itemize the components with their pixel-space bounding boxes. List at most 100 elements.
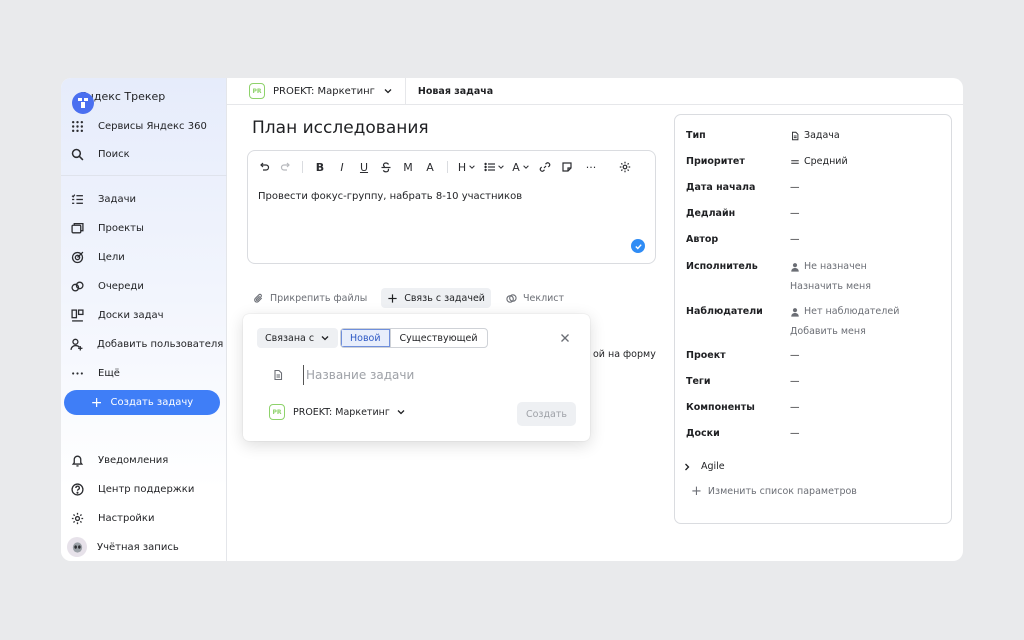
close-icon[interactable] <box>559 332 571 344</box>
sidebar-item-label: Уведомления <box>98 454 169 466</box>
property-key: Дедлайн <box>686 208 736 219</box>
property-value[interactable]: Задача <box>790 130 840 141</box>
font-size-button[interactable]: A <box>421 158 439 176</box>
toolbar-divider <box>447 161 448 173</box>
project-selector[interactable]: PR PROEKT: Маркетинг <box>227 78 406 105</box>
sidebar: Яндекс Трекер Сервисы Яндекс 360 Поиск З… <box>61 78 227 561</box>
sidebar-item-boards[interactable]: Доски задач <box>68 303 220 327</box>
bell-icon <box>70 453 84 467</box>
undo-icon[interactable] <box>256 158 272 176</box>
redo-icon[interactable] <box>278 158 294 176</box>
sidebar-item-goals[interactable]: Цели <box>68 245 220 269</box>
heading-button[interactable]: H <box>456 158 478 176</box>
tasks-icon <box>70 192 84 206</box>
popup-project-selector[interactable]: PR PROEKT: Маркетинг <box>269 404 406 420</box>
relation-select[interactable]: Связана с <box>257 328 339 348</box>
sidebar-item-label: Учётная запись <box>97 541 179 553</box>
text-color-label: A <box>512 160 520 174</box>
sidebar-item-label: Доски задач <box>98 309 164 321</box>
bold-button[interactable]: B <box>311 158 329 176</box>
sidebar-item-search[interactable]: Поиск <box>68 142 220 166</box>
gear-icon[interactable] <box>616 158 634 176</box>
sidebar-app-header[interactable]: Яндекс Трекер <box>68 84 220 114</box>
create-task-button[interactable]: + Создать задачу <box>64 390 220 415</box>
description-text[interactable]: Провести фокус-группу, набрать 8-10 учас… <box>258 191 522 202</box>
more-options-button[interactable]: ··· <box>582 158 600 176</box>
text-color-button[interactable]: A <box>510 158 532 176</box>
property-value[interactable]: — <box>790 428 800 439</box>
link-task-button[interactable]: Связь с задачей <box>381 288 491 308</box>
property-value[interactable]: — <box>790 350 800 361</box>
chevron-right-icon <box>685 463 690 470</box>
sidebar-item-label: Сервисы Яндекс 360 <box>98 120 207 132</box>
underline-button[interactable]: U <box>355 158 373 176</box>
goals-icon <box>70 250 84 264</box>
sidebar-item-label: Проекты <box>98 222 144 234</box>
sidebar-item-help[interactable]: Центр поддержки <box>68 477 220 501</box>
chevron-down-icon <box>522 165 529 169</box>
sidebar-item-label: Добавить пользователя <box>97 338 224 350</box>
sidebar-item-settings[interactable]: Настройки <box>68 506 220 530</box>
projects-icon <box>70 221 84 235</box>
sidebar-item-label: Поиск <box>98 148 130 160</box>
description-editor[interactable]: B I U M A H A ··· Провести фокус-группу,… <box>247 150 656 264</box>
note-icon[interactable] <box>558 158 576 176</box>
sidebar-item-tasks[interactable]: Задачи <box>68 187 220 211</box>
checklist-button[interactable]: Чеклист <box>500 288 570 308</box>
property-key: Приоритет <box>686 156 745 167</box>
link-icon[interactable] <box>536 158 554 176</box>
sidebar-item-notifications[interactable]: Уведомления <box>68 448 220 472</box>
property-value[interactable]: — <box>790 182 800 193</box>
plus-icon: + <box>90 394 103 411</box>
edit-params-button[interactable]: + Изменить список параметров <box>691 485 857 498</box>
property-value[interactable]: — <box>790 402 800 413</box>
property-key: Автор <box>686 234 719 245</box>
property-value[interactable]: Нет наблюдателей <box>790 306 899 317</box>
sidebar-item-queues[interactable]: Очереди <box>68 274 220 298</box>
check-icon[interactable] <box>631 239 645 253</box>
link-task-popup: Связана с Новой Существующей PR PROEKT: … <box>243 314 590 441</box>
properties-panel: Тип Задача Приоритет Средний Дата начала… <box>674 114 952 524</box>
property-key: Проект <box>686 350 726 361</box>
monospace-button[interactable]: M <box>399 158 417 176</box>
obscured-text: ой на форму <box>593 349 656 360</box>
sidebar-item-add-user[interactable]: Добавить пользователя <box>68 332 224 356</box>
list-button[interactable] <box>482 158 506 176</box>
chevron-down-icon <box>321 336 329 341</box>
sidebar-item-account[interactable]: Учётная запись <box>67 535 220 559</box>
sidebar-item-label: Задачи <box>98 193 136 205</box>
property-value-text: Не назначен <box>804 261 867 272</box>
property-value[interactable]: Не назначен <box>790 261 867 272</box>
sidebar-item-services[interactable]: Сервисы Яндекс 360 <box>68 114 220 138</box>
tab-new-task[interactable]: Новая задача <box>406 86 493 97</box>
sidebar-divider <box>61 175 227 176</box>
agile-section-toggle[interactable]: Agile <box>682 461 725 472</box>
property-value[interactable]: — <box>790 208 800 219</box>
property-value-text: Средний <box>804 156 848 167</box>
topbar: PR PROEKT: Маркетинг Новая задача <box>227 78 963 105</box>
property-value[interactable]: — <box>790 234 800 245</box>
task-title[interactable]: План исследования <box>252 118 429 138</box>
add-me-link[interactable]: Добавить меня <box>790 326 866 337</box>
mode-existing-option[interactable]: Существующей <box>389 329 487 347</box>
avatar <box>67 537 87 557</box>
sidebar-item-projects[interactable]: Проекты <box>68 216 220 240</box>
assign-me-link[interactable]: Назначить меня <box>790 281 871 292</box>
checklist-icon <box>506 293 517 303</box>
plus-icon <box>388 293 397 303</box>
project-badge: PR <box>249 83 265 99</box>
chevron-down-icon <box>397 410 405 415</box>
tracker-logo-icon <box>72 92 94 114</box>
sidebar-item-more[interactable]: Ещё <box>68 361 220 385</box>
property-value[interactable]: — <box>790 376 800 387</box>
property-key: Доски <box>686 428 720 439</box>
mode-new-option[interactable]: Новой <box>341 329 390 347</box>
strikethrough-icon[interactable] <box>377 158 395 176</box>
property-value[interactable]: Средний <box>790 156 848 167</box>
sidebar-item-label: Настройки <box>98 512 155 524</box>
attach-files-button[interactable]: Прикрепить файлы <box>247 288 373 308</box>
italic-button[interactable]: I <box>333 158 351 176</box>
priority-medium-icon <box>791 159 799 164</box>
task-name-input[interactable] <box>303 365 503 385</box>
create-linked-task-button[interactable]: Создать <box>517 402 576 426</box>
